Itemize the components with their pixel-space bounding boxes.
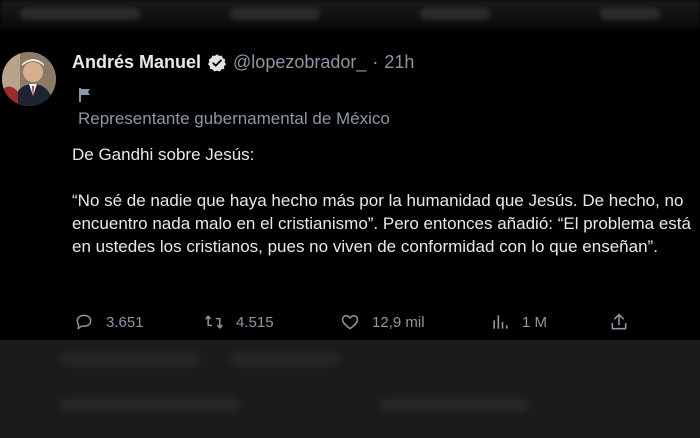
retweet-button[interactable]: 4.515 xyxy=(204,312,274,332)
verified-badge-icon xyxy=(207,53,227,73)
avatar[interactable] xyxy=(2,52,56,106)
retweet-count: 4.515 xyxy=(236,313,274,331)
retweet-icon xyxy=(205,315,223,329)
views-button[interactable]: 1 M xyxy=(490,312,547,332)
flag-icon xyxy=(78,87,92,103)
separator: · xyxy=(372,52,379,72)
heart-icon xyxy=(341,315,359,330)
government-label[interactable]: Representante gubernamental de México xyxy=(78,109,390,129)
share-icon xyxy=(611,313,627,330)
reply-button[interactable]: 3.651 xyxy=(74,312,144,332)
handle[interactable]: @lopezobrador_ xyxy=(233,52,366,73)
blurred-bottom-area xyxy=(0,340,700,438)
reply-count: 3.651 xyxy=(106,313,144,331)
tweet-text-quote: “No sé de nadie que haya hecho más por l… xyxy=(72,191,691,256)
timestamp[interactable]: 21h xyxy=(384,52,414,73)
tweet-text: De Gandhi sobre Jesús: “No sé de nadie q… xyxy=(72,143,696,258)
action-bar: 3.651 4.515 12,9 mil 1 M xyxy=(0,312,700,336)
share-button[interactable] xyxy=(609,312,629,332)
views-chart-icon xyxy=(493,315,508,329)
tweet-card[interactable]: Andrés Manuel @lopezobrador_ · 21h Repre… xyxy=(0,30,700,340)
like-count: 12,9 mil xyxy=(372,313,425,331)
like-button[interactable]: 12,9 mil xyxy=(340,312,425,332)
views-count: 1 M xyxy=(522,313,548,331)
reply-icon xyxy=(76,314,92,330)
blurred-top-area xyxy=(0,0,700,30)
tweet-header: Andrés Manuel @lopezobrador_ · 21h xyxy=(72,52,414,73)
tweet-text-line: De Gandhi sobre Jesús: xyxy=(72,145,255,164)
screen: Andrés Manuel @lopezobrador_ · 21h Repre… xyxy=(0,0,700,438)
display-name[interactable]: Andrés Manuel xyxy=(72,52,201,73)
